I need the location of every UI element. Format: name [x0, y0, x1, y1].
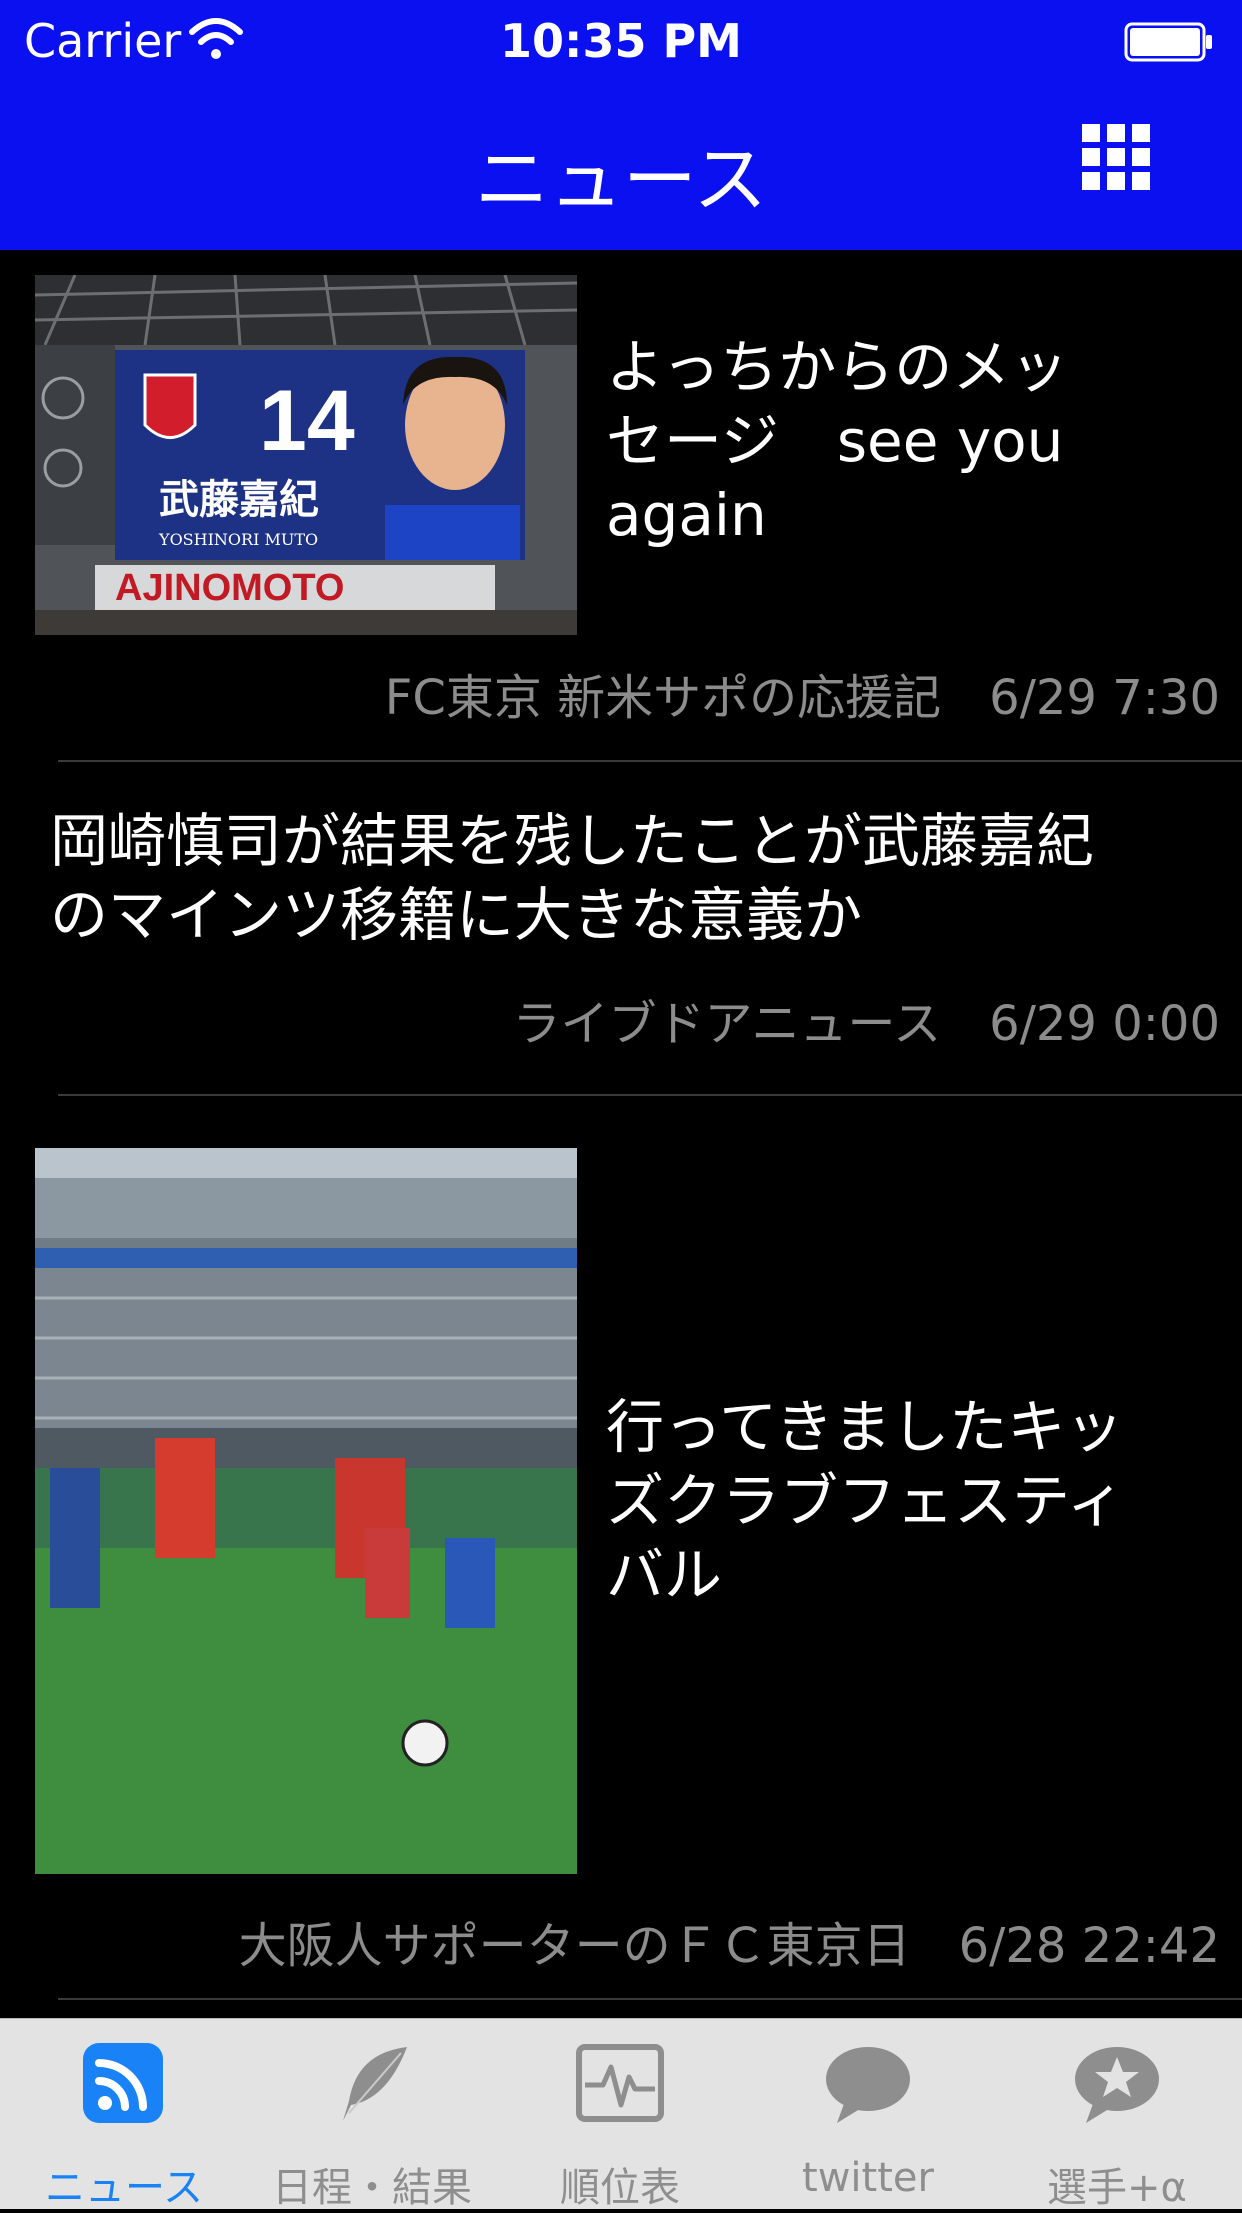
news-item[interactable]: 行ってきましたキッ ズクラブフェスティ バル 大阪人サポーターのＦＣ東京日 6/2…	[0, 1096, 1242, 2000]
tab-schedule[interactable]: 日程・結果	[248, 2019, 496, 2211]
feather-icon	[343, 2047, 407, 2121]
tab-news[interactable]: ニュース	[0, 2019, 248, 2211]
news-meta: 大阪人サポーターのＦＣ東京日 6/28 22:42	[239, 1906, 1220, 1976]
ajinomoto-banner: AJINOMOTO	[115, 567, 344, 609]
star-bubble-icon	[1075, 2047, 1159, 2123]
status-bar: Carrier 10:35 PM	[0, 0, 1242, 84]
tab-players[interactable]: 選手+α	[992, 2019, 1242, 2211]
player-name: 武藤嘉紀	[159, 477, 319, 523]
news-list[interactable]: 14 武藤嘉紀 YOSHINORI MUTO AJINOMOTO よっちからのメ…	[0, 250, 1242, 2018]
news-headline[interactable]: よっちからのメッ セージ see you again	[606, 330, 1206, 552]
navigation-bar: ニュース	[0, 84, 1242, 250]
news-headline[interactable]: 行ってきましたキッ ズクラブフェスティ バル	[606, 1390, 1206, 1612]
news-meta: FC東京 新米サポの応援記 6/29 7:30	[385, 658, 1220, 728]
news-thumbnail	[35, 1148, 577, 1874]
tab-twitter[interactable]: twitter	[744, 2019, 992, 2209]
news-thumbnail: 14 武藤嘉紀 YOSHINORI MUTO AJINOMOTO	[35, 275, 577, 635]
jersey-number: 14	[259, 373, 355, 469]
tab-standings[interactable]: 順位表	[496, 2019, 744, 2211]
news-date: 6/29 0:00	[989, 996, 1220, 1052]
battery-icon	[1124, 22, 1212, 62]
news-item[interactable]: 14 武藤嘉紀 YOSHINORI MUTO AJINOMOTO よっちからのメ…	[0, 250, 1242, 762]
speech-bubble-icon	[826, 2047, 910, 2123]
player-name-roman: YOSHINORI MUTO	[158, 530, 318, 549]
tab-label: 日程・結果	[272, 2165, 472, 2211]
news-date: 6/29 7:30	[989, 670, 1220, 726]
grid-menu-button[interactable]	[1082, 124, 1158, 206]
status-time: 10:35 PM	[500, 14, 742, 68]
tab-label: 順位表	[560, 2165, 680, 2211]
news-source: FC東京 新米サポの応援記	[384, 670, 942, 726]
chart-pulse-icon	[576, 2044, 664, 2122]
grid-menu-icon	[1082, 124, 1158, 206]
tab-label: twitter	[802, 2155, 934, 2201]
news-headline[interactable]: 岡崎慎司が結果を残したことが武藤嘉紀 のマインツ移籍に大きな意義か	[50, 804, 1220, 952]
news-date: 6/28 22:42	[958, 1918, 1220, 1974]
page-title: ニュース	[474, 137, 768, 223]
news-meta: ライブドアニュース 6/29 0:00	[513, 984, 1221, 1054]
news-source: ライブドアニュース	[512, 996, 942, 1052]
news-item[interactable]: 岡崎慎司が結果を残したことが武藤嘉紀 のマインツ移籍に大きな意義か ライブドアニ…	[0, 762, 1242, 1096]
news-source: 大阪人サポーターのＦＣ東京日	[238, 1918, 911, 1974]
rss-icon	[83, 2043, 163, 2123]
tab-label: 選手+α	[1047, 2165, 1187, 2211]
divider	[58, 1998, 1242, 2000]
tab-bar: ニュース 日程・結果 順位表 twitter 選手+α	[0, 2018, 1242, 2211]
tab-label: ニュース	[45, 2165, 203, 2211]
